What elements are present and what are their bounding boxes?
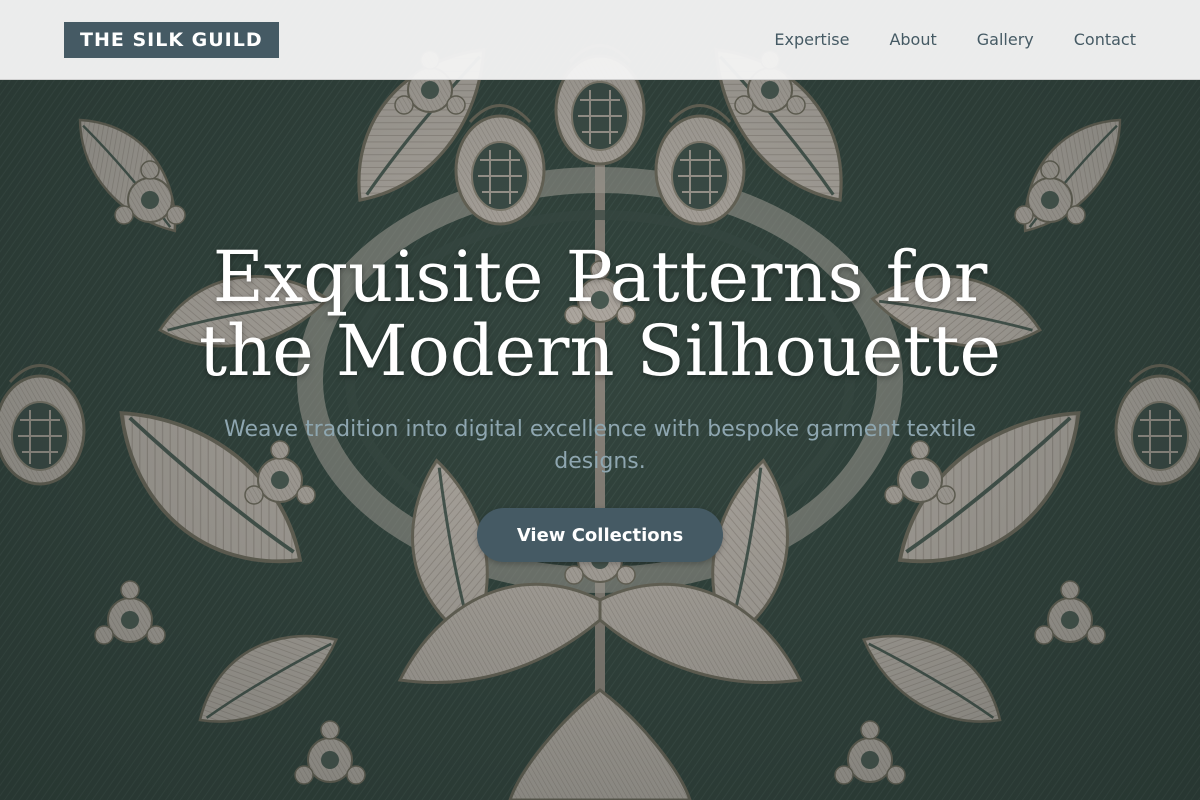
hero-title: Exquisite Patterns for the Modern Silhou… — [199, 236, 1001, 392]
hero-content: Exquisite Patterns for the Modern Silhou… — [0, 240, 1200, 562]
nav-link-contact[interactable]: Contact — [1074, 30, 1136, 49]
brand-logo[interactable]: THE SILK GUILD — [64, 21, 279, 58]
nav-link-expertise[interactable]: Expertise — [774, 30, 849, 49]
site-header: THE SILK GUILD Expertise About Gallery C… — [0, 0, 1200, 80]
nav-link-gallery[interactable]: Gallery — [977, 30, 1034, 49]
view-collections-button[interactable]: View Collections — [477, 508, 723, 562]
hero-subtitle: Weave tradition into digital excellence … — [224, 417, 976, 474]
nav-link-about[interactable]: About — [889, 30, 936, 49]
main-nav: Expertise About Gallery Contact — [774, 30, 1136, 49]
